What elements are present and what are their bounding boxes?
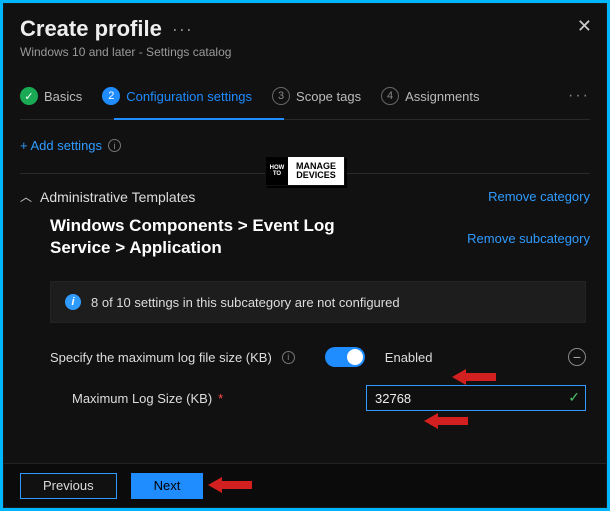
next-button[interactable]: Next (131, 473, 204, 499)
required-asterisk: * (218, 391, 223, 406)
step-assignments[interactable]: 4 Assignments (381, 87, 479, 105)
remove-category-link[interactable]: Remove category (488, 189, 590, 204)
wizard-steps: Basics 2 Configuration settings 3 Scope … (20, 87, 590, 120)
wizard-more-icon[interactable]: ··· (568, 87, 590, 105)
remove-subcategory-link[interactable]: Remove subcategory (467, 231, 590, 246)
logo-text: DEVICES (296, 171, 336, 180)
toggle-state-label: Enabled (385, 350, 433, 365)
step-number-icon: 4 (381, 87, 399, 105)
valid-checkmark-icon: ✓ (568, 389, 580, 406)
step-scope-tags[interactable]: 3 Scope tags (272, 87, 361, 105)
title-more-icon[interactable]: ··· (172, 19, 193, 40)
step-configuration-settings[interactable]: 2 Configuration settings (102, 87, 252, 105)
active-step-underline (114, 118, 284, 120)
info-banner: i 8 of 10 settings in this subcategory a… (50, 281, 586, 323)
category-title: Administrative Templates (40, 189, 195, 205)
checkmark-icon (20, 87, 38, 105)
max-log-size-input[interactable] (366, 385, 586, 411)
watermark-logo: HOW TO MANAGE DEVICES (265, 156, 345, 186)
step-label: Configuration settings (126, 89, 252, 104)
page-title: Create profile (20, 16, 162, 42)
breadcrumb: Windows Components > Event Log Service >… (20, 215, 380, 259)
step-label: Assignments (405, 89, 479, 104)
add-settings-link[interactable]: + Add settings (20, 138, 102, 153)
logo-text: TO (273, 171, 281, 177)
step-label: Scope tags (296, 89, 361, 104)
info-icon[interactable]: i (282, 351, 295, 364)
remove-setting-icon[interactable]: − (568, 348, 586, 366)
enabled-toggle[interactable] (325, 347, 365, 367)
step-label: Basics (44, 89, 82, 104)
page-subtitle: Windows 10 and later - Settings catalog (20, 45, 590, 59)
banner-text: 8 of 10 settings in this subcategory are… (91, 295, 400, 310)
footer-bar: Previous Next (4, 463, 606, 507)
close-icon[interactable]: ✕ (577, 16, 592, 37)
step-number-icon: 2 (102, 87, 120, 105)
info-icon[interactable]: i (108, 139, 121, 152)
previous-button[interactable]: Previous (20, 473, 117, 499)
info-icon: i (65, 294, 81, 310)
annotation-arrow-icon (424, 410, 468, 432)
step-basics[interactable]: Basics (20, 87, 82, 105)
setting-label: Specify the maximum log file size (KB) (50, 350, 272, 365)
step-number-icon: 3 (272, 87, 290, 105)
chevron-up-icon[interactable]: ︿ (20, 188, 32, 205)
field-label: Maximum Log Size (KB) (72, 391, 212, 406)
